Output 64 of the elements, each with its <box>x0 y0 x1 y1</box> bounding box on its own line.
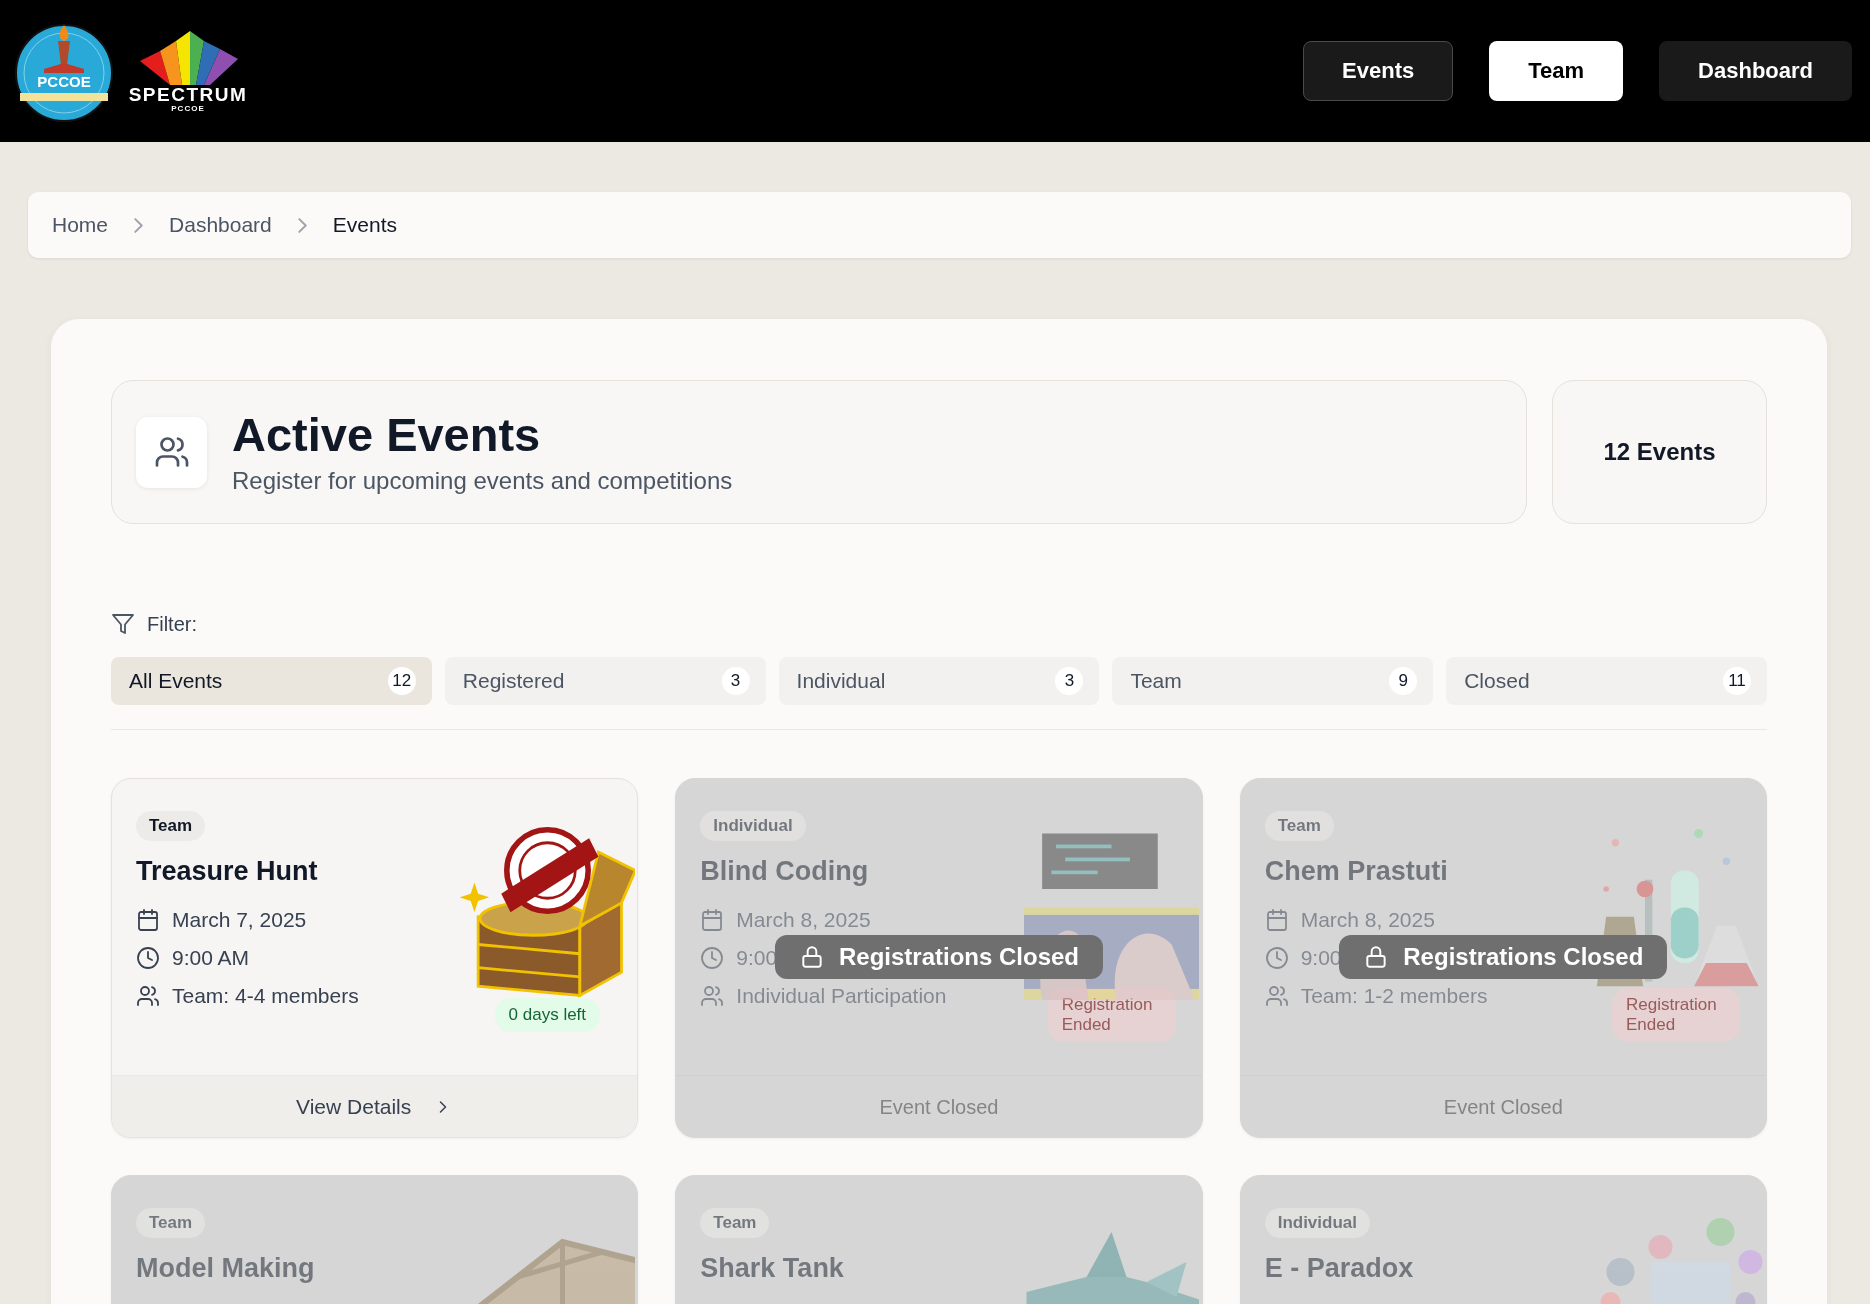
registrations-closed-banner: Registrations Closed <box>774 935 1103 979</box>
event-time: 9:00 AM <box>172 945 250 970</box>
event-type-tag: Team <box>700 1208 770 1238</box>
users-icon <box>153 434 190 470</box>
users-icon <box>1264 983 1289 1008</box>
page-subtitle: Register for upcoming events and competitions <box>232 466 733 495</box>
filter-tab[interactable]: Closed 11 <box>1446 657 1767 705</box>
event-type-tag: Team <box>1264 811 1334 841</box>
event-title: Chem Prastuti <box>1264 857 1449 887</box>
filter-tab[interactable]: Team 9 <box>1112 657 1434 705</box>
count-badge: 12 <box>387 667 416 695</box>
chevron-icon <box>134 217 144 233</box>
event-date: March 7, 2025 <box>172 907 307 932</box>
deadline-badge: 0 days left <box>494 998 601 1032</box>
chevron-icon <box>297 217 307 233</box>
brand-name: SPECTRUM <box>128 85 248 104</box>
event-date: March 8, 2025 <box>736 907 871 932</box>
users-icon <box>700 983 725 1008</box>
event-type-tag: Team <box>136 811 206 841</box>
users-icon <box>136 983 160 1008</box>
count-badge: 3 <box>1055 667 1084 695</box>
event-type-tag: Individual <box>1264 1208 1370 1238</box>
registrations-closed-banner: Registrations Closed <box>1339 935 1668 979</box>
deadline-badge: Registration Ended <box>1047 988 1176 1042</box>
event-type-tag: Individual <box>700 811 806 841</box>
filter-tab[interactable]: Individual 3 <box>778 657 1100 705</box>
count-badge: 3 <box>721 667 750 695</box>
calendar-icon <box>700 907 725 932</box>
calendar-icon <box>1264 907 1289 932</box>
event-title: Shark Tank <box>700 1254 845 1284</box>
filter-tab[interactable]: All Events 12 <box>111 657 432 705</box>
filter-icon <box>111 612 135 636</box>
view-details-button[interactable]: View Details <box>290 1094 460 1120</box>
event-title: E - Paradox <box>1264 1254 1415 1284</box>
filter-label: Filter: <box>147 612 197 636</box>
count-badge: 11 <box>1723 667 1751 695</box>
count-badge: 9 <box>1389 667 1418 695</box>
brand-subtitle: PCCOE <box>171 104 205 113</box>
nav-button[interactable]: Dashboard <box>1659 41 1852 101</box>
deadline-badge: Registration Ended <box>1612 988 1740 1042</box>
event-closed-label: Event Closed <box>1443 1095 1563 1119</box>
breadcrumb-link[interactable]: Events <box>332 213 397 237</box>
nav-button[interactable]: Events <box>1303 41 1454 101</box>
event-type-tag: Team <box>136 1208 206 1238</box>
filter-tab[interactable]: Registered 3 <box>444 657 766 705</box>
nav-button[interactable]: Team <box>1489 41 1624 101</box>
event-participants: Individual Participation <box>736 983 947 1008</box>
event-title: Model Making <box>136 1254 316 1284</box>
breadcrumb-link[interactable]: Dashboard <box>169 213 272 237</box>
page-title: Active Events <box>232 409 542 461</box>
calendar-icon <box>136 907 160 932</box>
event-closed-label: Event Closed <box>879 1095 999 1119</box>
clock-icon <box>136 945 160 970</box>
event-participants: Team: 4-4 members <box>172 983 359 1008</box>
clock-icon <box>1264 945 1289 970</box>
clock-icon <box>700 945 725 970</box>
event-participants: Team: 1-2 members <box>1300 983 1488 1008</box>
rainbow-fan-icon <box>138 29 238 85</box>
emblem-text: PCCOE <box>36 73 92 90</box>
breadcrumb-link[interactable]: Home <box>52 213 109 237</box>
event-count: 12 Events <box>1552 380 1767 524</box>
event-title: Treasure Hunt <box>136 857 319 887</box>
event-title: Blind Coding <box>700 857 870 887</box>
event-date: March 8, 2025 <box>1300 907 1435 932</box>
